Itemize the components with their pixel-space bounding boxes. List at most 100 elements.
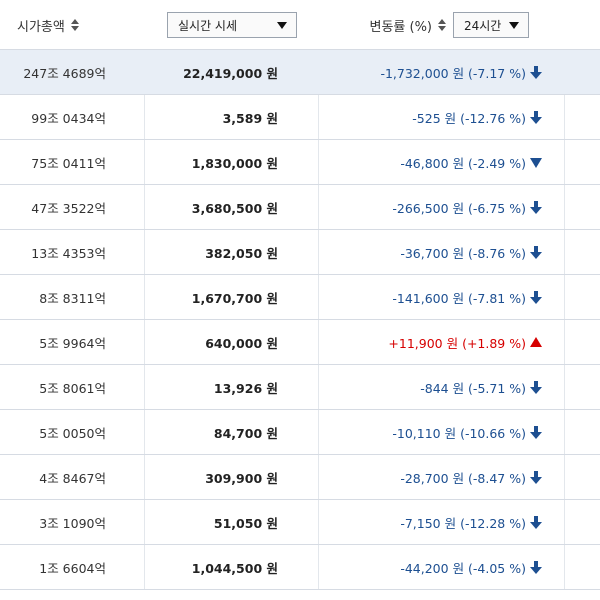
price-cell: 1,044,500 원 [145, 545, 319, 589]
change-cell: -28,700 원 (-8.47 %) [319, 455, 565, 499]
change-value: -1,732,000 원 (-7.17 %) [380, 65, 526, 81]
crypto-price-table: 시가총액 실시간 시세 변동률 (%) 24시간 247조 4689억 22,4… [0, 0, 600, 600]
table-row[interactable]: 1조 6604억 1,044,500 원 -44,200 원 (-4.05 %) [0, 545, 600, 590]
caret-down-icon [277, 21, 287, 29]
arrow-down-icon [530, 245, 542, 259]
price-value: 22,419,000 원 [183, 65, 278, 81]
table-row[interactable]: 5조 0050억 84,700 원 -10,110 원 (-10.66 %) [0, 410, 600, 455]
arrow-down-icon [530, 110, 542, 124]
change-value: -844 원 (-5.71 %) [420, 380, 526, 396]
price-value: 382,050 원 [205, 245, 278, 261]
arrow-down-icon [530, 560, 542, 574]
change-value: -266,500 원 (-6.75 %) [392, 200, 526, 216]
market-cap-cell: 5조 8061억 [0, 365, 145, 409]
change-cell: -266,500 원 (-6.75 %) [319, 185, 565, 229]
arrow-up-icon [530, 336, 542, 349]
table-row[interactable]: 8조 8311억 1,670,700 원 -141,600 원 (-7.81 %… [0, 275, 600, 320]
price-value: 3,589 원 [222, 110, 278, 126]
arrow-down-icon [530, 380, 542, 394]
change-cell: -525 원 (-12.76 %) [319, 95, 565, 139]
change-value: -44,200 원 (-4.05 %) [400, 560, 526, 576]
price-value: 3,680,500 원 [191, 200, 278, 216]
market-cap-value: 247조 4689억 [23, 65, 106, 81]
table-row[interactable]: 99조 0434억 3,589 원 -525 원 (-12.76 %) [0, 95, 600, 140]
change-value: -525 원 (-12.76 %) [412, 110, 526, 126]
market-cap-cell: 13조 4353억 [0, 230, 145, 274]
market-cap-cell: 3조 1090억 [0, 500, 145, 544]
price-value: 640,000 원 [205, 335, 278, 351]
table-row[interactable]: 47조 3522억 3,680,500 원 -266,500 원 (-6.75 … [0, 185, 600, 230]
price-value: 51,050 원 [213, 515, 278, 531]
market-cap-value: 13조 4353억 [31, 245, 106, 261]
table-body: 247조 4689억 22,419,000 원 -1,732,000 원 (-7… [0, 50, 600, 590]
price-cell: 1,830,000 원 [145, 140, 319, 184]
change-value: -28,700 원 (-8.47 %) [400, 470, 526, 486]
market-cap-cell: 8조 8311억 [0, 275, 145, 319]
change-header: 변동률 (%) 24시간 [319, 0, 565, 50]
price-value: 1,670,700 원 [191, 290, 278, 306]
period-select-value: 24시간 [464, 18, 502, 33]
arrow-down-icon [530, 290, 542, 304]
table-row[interactable]: 13조 4353억 382,050 원 -36,700 원 (-8.76 %) [0, 230, 600, 275]
change-value: -46,800 원 (-2.49 %) [400, 155, 526, 171]
market-cap-cell: 4조 8467억 [0, 455, 145, 499]
change-cell: +11,900 원 (+1.89 %) [319, 320, 565, 364]
table-row[interactable]: 5조 9964억 640,000 원 +11,900 원 (+1.89 %) [0, 320, 600, 365]
market-cap-value: 5조 9964억 [39, 335, 106, 351]
market-cap-header[interactable]: 시가총액 [0, 0, 145, 50]
market-cap-value: 8조 8311억 [39, 290, 106, 306]
market-cap-cell: 5조 9964억 [0, 320, 145, 364]
change-header-label[interactable]: 변동률 (%) [369, 16, 432, 35]
change-cell: -44,200 원 (-4.05 %) [319, 545, 565, 589]
table-row[interactable]: 4조 8467억 309,900 원 -28,700 원 (-8.47 %) [0, 455, 600, 500]
change-cell: -141,600 원 (-7.81 %) [319, 275, 565, 319]
period-select[interactable]: 24시간 [453, 12, 529, 38]
sort-icon[interactable] [438, 18, 448, 32]
table-row[interactable]: 3조 1090억 51,050 원 -7,150 원 (-12.28 %) [0, 500, 600, 545]
market-cap-cell: 1조 6604억 [0, 545, 145, 589]
price-value: 1,044,500 원 [191, 560, 278, 576]
market-cap-value: 1조 6604억 [39, 560, 106, 576]
table-row[interactable]: 5조 8061억 13,926 원 -844 원 (-5.71 %) [0, 365, 600, 410]
price-cell: 3,680,500 원 [145, 185, 319, 229]
caret-down-icon [509, 21, 519, 29]
market-cap-cell: 5조 0050억 [0, 410, 145, 454]
table-row[interactable]: 247조 4689억 22,419,000 원 -1,732,000 원 (-7… [0, 50, 600, 95]
market-cap-value: 99조 0434억 [31, 110, 106, 126]
market-cap-value: 75조 0411억 [31, 155, 106, 171]
change-cell: -7,150 원 (-12.28 %) [319, 500, 565, 544]
change-value: -10,110 원 (-10.66 %) [392, 425, 526, 441]
price-cell: 382,050 원 [145, 230, 319, 274]
market-cap-value: 5조 0050억 [39, 425, 106, 441]
change-cell: -46,800 원 (-2.49 %) [319, 140, 565, 184]
arrow-down-icon [530, 425, 542, 439]
realtime-price-select[interactable]: 실시간 시세 [167, 12, 297, 38]
price-cell: 51,050 원 [145, 500, 319, 544]
realtime-price-select-value: 실시간 시세 [178, 18, 238, 33]
change-value: -36,700 원 (-8.76 %) [400, 245, 526, 261]
price-cell: 13,926 원 [145, 365, 319, 409]
price-cell: 3,589 원 [145, 95, 319, 139]
price-cell: 22,419,000 원 [145, 50, 319, 94]
market-cap-value: 47조 3522억 [31, 200, 106, 216]
market-cap-cell: 75조 0411억 [0, 140, 145, 184]
change-cell: -844 원 (-5.71 %) [319, 365, 565, 409]
market-cap-value: 4조 8467억 [39, 470, 106, 486]
table-header: 시가총액 실시간 시세 변동률 (%) 24시간 [0, 0, 600, 50]
price-cell: 640,000 원 [145, 320, 319, 364]
change-cell: -10,110 원 (-10.66 %) [319, 410, 565, 454]
market-cap-cell: 99조 0434억 [0, 95, 145, 139]
price-value: 1,830,000 원 [191, 155, 278, 171]
change-cell: -1,732,000 원 (-7.17 %) [319, 50, 565, 94]
price-cell: 84,700 원 [145, 410, 319, 454]
change-value: -7,150 원 (-12.28 %) [400, 515, 526, 531]
change-value: -141,600 원 (-7.81 %) [392, 290, 526, 306]
arrow-down-icon [530, 515, 542, 529]
price-value: 13,926 원 [213, 380, 278, 396]
arrow-down-icon [530, 65, 542, 79]
table-row[interactable]: 75조 0411억 1,830,000 원 -46,800 원 (-2.49 %… [0, 140, 600, 185]
market-cap-cell: 47조 3522억 [0, 185, 145, 229]
change-cell: -36,700 원 (-8.76 %) [319, 230, 565, 274]
sort-icon[interactable] [70, 18, 81, 32]
arrow-down-icon [530, 156, 542, 169]
